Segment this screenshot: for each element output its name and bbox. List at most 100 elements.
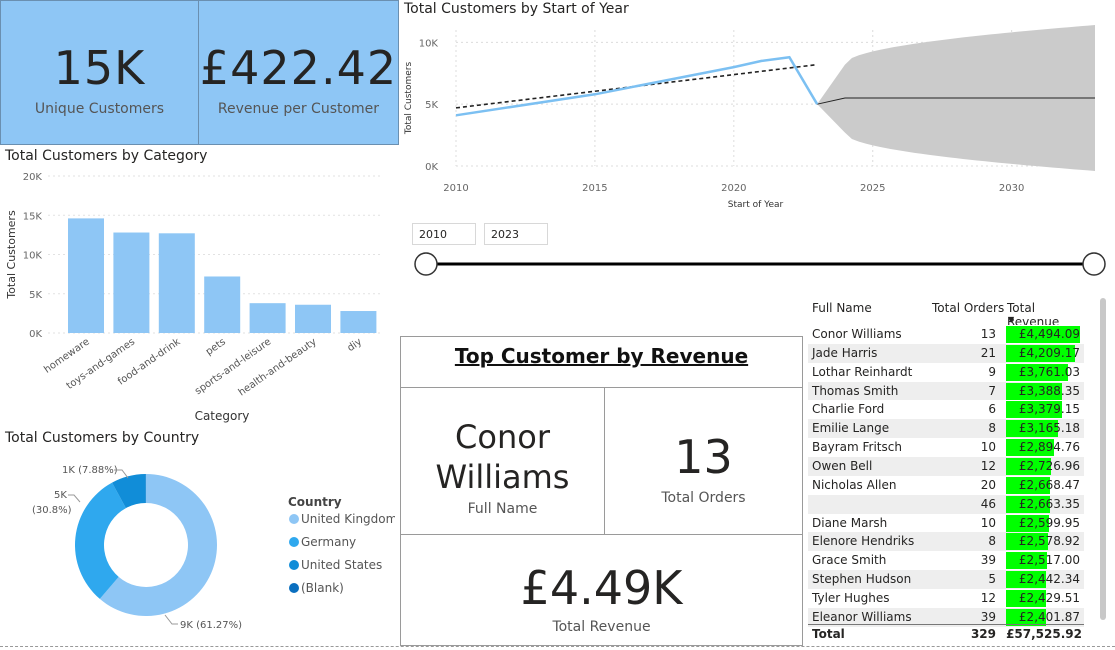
x-tick-label: pets bbox=[204, 336, 228, 357]
cell-total-revenue: £3,388.35 bbox=[1006, 382, 1082, 400]
x-tick-label: 2010 bbox=[443, 183, 468, 194]
top-customer-orders-label: Total Orders bbox=[661, 490, 746, 506]
revenue-value: £4,209.17 bbox=[1018, 345, 1080, 360]
bar-chart[interactable]: 0K5K10K15K20Khomewaretoys-and-gamesfood-… bbox=[0, 166, 395, 431]
slider-handle-start bbox=[414, 252, 438, 276]
top-customer-name-card: Conor Williams Full Name bbox=[400, 387, 605, 535]
table-row[interactable]: Thomas Smith 7 £3,388.35 bbox=[808, 381, 1084, 401]
y-tick-label: 10K bbox=[419, 38, 439, 49]
cell-total-orders: 21 bbox=[980, 345, 996, 360]
top-customer-revenue-label: Total Revenue bbox=[552, 619, 651, 635]
cell-total-revenue: £2,894.76 bbox=[1006, 439, 1082, 457]
cell-total-orders: 5 bbox=[988, 572, 996, 587]
slice-label-uk: 9K (61.27%) bbox=[180, 620, 242, 631]
cell-total-revenue: £4,494.09 bbox=[1006, 326, 1082, 343]
line-chart[interactable]: 0K 5K 10K 2010 2015 2020 2025 2030 Start of Year… bbox=[400, 20, 1110, 220]
revenue-value: £2,517.00 bbox=[1018, 553, 1080, 568]
table-row[interactable]: Stephen Hudson 5 £2,442.34 bbox=[808, 570, 1084, 590]
revenue-value: £2,401.87 bbox=[1018, 609, 1080, 624]
cell-total-orders: 20 bbox=[980, 477, 996, 492]
table-total-revenue: £57,525.92 bbox=[1006, 627, 1082, 641]
slice-label-blank-pct: 1K (7.88%) bbox=[62, 465, 118, 476]
cell-full-name: Charlie Ford bbox=[812, 402, 885, 417]
cell-total-revenue: £3,165.18 bbox=[1006, 420, 1082, 438]
sort-descending-icon[interactable]: ▼ bbox=[1008, 315, 1014, 324]
table-row[interactable]: Diane Marsh 10 £2,599.95 bbox=[808, 513, 1084, 533]
cell-total-orders: 9 bbox=[988, 364, 996, 379]
table-header-full-name[interactable]: Full Name bbox=[812, 301, 872, 315]
table-total-label: Total bbox=[812, 627, 845, 641]
donut-chart-title: Total Customers by Country bbox=[5, 430, 200, 446]
table-header-total-orders[interactable]: Total Orders bbox=[932, 301, 1004, 315]
table-row[interactable]: Emilie Lange 8 £3,165.18 bbox=[808, 419, 1084, 439]
legend-item: Germany bbox=[301, 535, 356, 549]
table-total-row: Total 329 £57,525.92 bbox=[808, 624, 1084, 645]
table-row[interactable]: 46 £2,663.35 bbox=[808, 494, 1084, 514]
cell-total-revenue: £2,517.00 bbox=[1006, 552, 1082, 570]
slice-label-germany-pct: (30.8%) bbox=[32, 505, 72, 516]
revenue-value: £2,668.47 bbox=[1018, 477, 1080, 492]
top-customer-orders-card: 13 Total Orders bbox=[604, 387, 803, 535]
table-row[interactable]: Nicholas Allen 20 £2,668.47 bbox=[808, 475, 1084, 495]
cell-full-name: Eleanor Williams bbox=[812, 609, 912, 624]
unique-customers-label: Unique Customers bbox=[34, 101, 165, 117]
revenue-value: £2,442.34 bbox=[1018, 572, 1080, 587]
legend-item: United States bbox=[301, 558, 382, 572]
unique-customers-value: 15K bbox=[53, 41, 146, 95]
leader-line bbox=[164, 614, 178, 625]
cell-total-revenue: £2,668.47 bbox=[1006, 476, 1082, 494]
table-row[interactable]: Owen Bell 12 £2,726.96 bbox=[808, 456, 1084, 476]
table-row[interactable]: Jade Harris 21 £4,209.17 bbox=[808, 343, 1084, 363]
cell-total-orders: 10 bbox=[980, 515, 996, 530]
table-row[interactable]: Conor Williams 13 £4,494.09 bbox=[808, 325, 1084, 344]
x-tick-label: 2020 bbox=[721, 183, 746, 194]
slicer-start-input[interactable]: 2010 bbox=[412, 223, 476, 245]
bar bbox=[204, 276, 241, 333]
revenue-value: £4,494.09 bbox=[1018, 327, 1080, 341]
donut-chart[interactable]: 1K (7.88%) 5K (30.8%) 9K (61.27%) Countr… bbox=[0, 450, 395, 645]
revenue-value: £2,599.95 bbox=[1018, 515, 1080, 530]
revenue-per-customer-label: Revenue per Customer bbox=[217, 101, 380, 117]
slicer-end-input[interactable]: 2023 bbox=[484, 223, 548, 245]
top-customer-title: Top Customer by Revenue bbox=[454, 344, 749, 368]
x-axis-title: Start of Year bbox=[728, 200, 784, 210]
cell-full-name: Lothar Reinhardt bbox=[812, 364, 913, 379]
cell-full-name: Jade Harris bbox=[812, 345, 878, 360]
x-tick-label: sports-and-leisure bbox=[193, 336, 273, 397]
cell-total-orders: 6 bbox=[988, 402, 996, 417]
cell-total-orders: 8 bbox=[988, 421, 996, 436]
cell-total-revenue: £2,599.95 bbox=[1006, 514, 1082, 532]
y-tick-label: 5K bbox=[29, 290, 42, 301]
customer-revenue-table[interactable]: Full Name Total Orders Total Revenue ▼ C… bbox=[808, 296, 1084, 646]
revenue-value: £3,379.15 bbox=[1018, 402, 1080, 417]
bar bbox=[158, 233, 195, 333]
top-customer-title-box: Top Customer by Revenue bbox=[400, 336, 803, 388]
bar bbox=[68, 218, 104, 333]
cell-total-orders: 13 bbox=[980, 327, 996, 341]
x-tick-label: 2025 bbox=[860, 183, 885, 194]
year-range-slider[interactable] bbox=[410, 250, 1110, 280]
table-row[interactable]: Elenore Hendriks 8 £2,578.92 bbox=[808, 532, 1084, 552]
cell-total-orders: 12 bbox=[980, 458, 996, 473]
table-scrollbar[interactable] bbox=[1100, 298, 1106, 620]
table-row[interactable]: Tyler Hughes 12 £2,429.51 bbox=[808, 588, 1084, 608]
cell-total-revenue: £4,209.17 bbox=[1006, 344, 1082, 362]
bar bbox=[295, 304, 331, 333]
top-customer-orders-value: 13 bbox=[674, 430, 733, 484]
bar bbox=[113, 232, 150, 333]
line-chart-title: Total Customers by Start of Year bbox=[404, 1, 629, 17]
top-customer-name-line1: Conor bbox=[455, 418, 550, 456]
revenue-value: £2,429.51 bbox=[1018, 590, 1080, 605]
y-tick-label: 20K bbox=[23, 172, 43, 183]
y-tick-label: 10K bbox=[23, 251, 43, 262]
table-row[interactable]: Grace Smith 39 £2,517.00 bbox=[808, 551, 1084, 571]
y-tick-label: 5K bbox=[425, 100, 438, 111]
cell-full-name: Bayram Fritsch bbox=[812, 440, 902, 455]
table-row[interactable]: Lothar Reinhardt 9 £3,761.03 bbox=[808, 362, 1084, 382]
bar bbox=[340, 311, 377, 333]
legend-title: Country bbox=[288, 495, 342, 509]
slice-label-germany-value: 5K bbox=[54, 490, 67, 501]
table-row[interactable]: Bayram Fritsch 10 £2,894.76 bbox=[808, 438, 1084, 458]
table-row[interactable]: Charlie Ford 6 £3,379.15 bbox=[808, 400, 1084, 420]
cell-total-orders: 8 bbox=[988, 534, 996, 549]
